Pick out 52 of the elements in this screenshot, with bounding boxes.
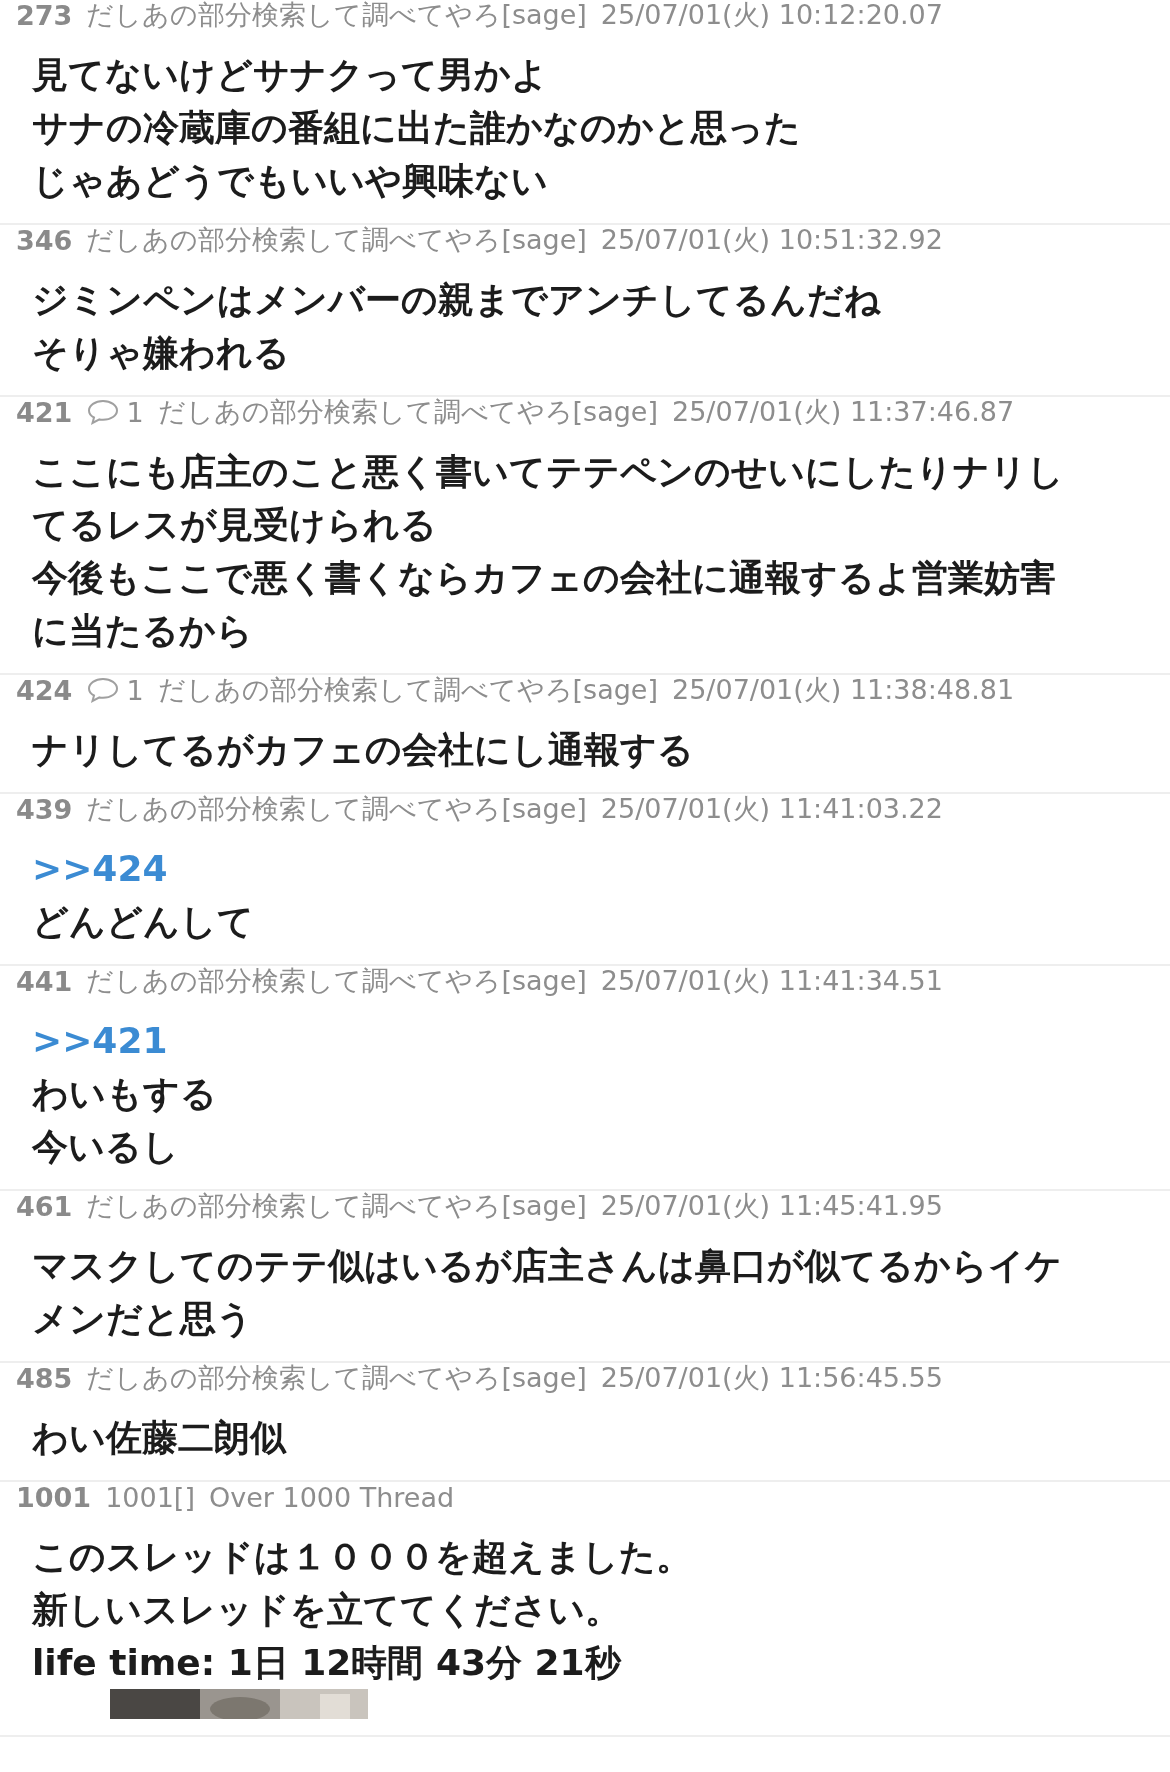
- post-text: サナの冷蔵庫の番組に出た誰かなのかと思った: [32, 106, 801, 150]
- reply-link[interactable]: >>421: [32, 1014, 168, 1067]
- post-text: 今いるし: [32, 1125, 179, 1169]
- post-text: てるレスが見受けられる: [32, 503, 437, 547]
- post-text: life time: 1日 12時間 43分 21秒: [32, 1641, 621, 1685]
- post-date: 25/07/01(火) 11:41:03.22: [600, 792, 943, 826]
- post-text: このスレッドは１０００を超えました。: [32, 1535, 692, 1579]
- post-text: どんどんして: [32, 900, 254, 944]
- post-number[interactable]: 421: [16, 396, 73, 428]
- poster-name: だしあの部分検索して調べてやろ[sage]: [157, 673, 658, 707]
- post-text: 見てないけどサナクって男かよ: [32, 53, 548, 97]
- post-number[interactable]: 439: [16, 793, 73, 825]
- post-number[interactable]: 424: [16, 674, 73, 706]
- reply-link[interactable]: >>424: [32, 842, 168, 895]
- post-text: じゃあどうでもいいや興味ない: [32, 159, 548, 203]
- post-number[interactable]: 1001: [16, 1481, 92, 1513]
- speech-bubble-icon[interactable]: [86, 676, 121, 704]
- post-text: ジミンペンはメンバーの親までアンチしてるんだね: [32, 278, 881, 322]
- speech-bubble-icon[interactable]: [86, 398, 121, 426]
- post-date: 25/07/01(火) 11:56:45.55: [600, 1361, 943, 1395]
- poster-name: だしあの部分検索して調べてやろ[sage]: [86, 0, 587, 32]
- post-date: 25/07/01(火) 10:51:32.92: [600, 223, 943, 257]
- post-number[interactable]: 485: [16, 1362, 73, 1394]
- poster-name: だしあの部分検索して調べてやろ[sage]: [86, 223, 587, 257]
- post-date: 25/07/01(火) 11:41:34.51: [600, 964, 943, 998]
- post-number[interactable]: 441: [16, 965, 73, 997]
- reply-count[interactable]: 1: [126, 674, 144, 706]
- post-text: ここにも店主のこと悪く書いてテテペンのせいにしたりナリし: [32, 450, 1064, 494]
- poster-name: 1001[]: [105, 1481, 195, 1513]
- poster-name: だしあの部分検索して調べてやろ[sage]: [86, 1361, 587, 1395]
- post-text: に当たるから: [32, 609, 253, 653]
- post-date: 25/07/01(火) 11:45:41.95: [600, 1189, 943, 1223]
- poster-name: だしあの部分検索して調べてやろ[sage]: [157, 395, 658, 429]
- post-text: ナリしてるがカフェの会社にし通報する: [32, 728, 694, 772]
- post-text: マスクしてのテテ似はいるが店主さんは鼻口が似てるからイケ: [32, 1244, 1062, 1288]
- post-date: 25/07/01(火) 10:12:20.07: [600, 0, 943, 32]
- post-text: 新しいスレッドを立ててください。: [32, 1588, 621, 1632]
- poster-name: だしあの部分検索して調べてやろ[sage]: [86, 964, 587, 998]
- post-text: 今後もここで悪く書くならカフェの会社に通報するよ営業妨害: [32, 556, 1056, 600]
- post-number[interactable]: 461: [16, 1190, 73, 1222]
- poster-name: だしあの部分検索して調べてやろ[sage]: [86, 1189, 587, 1223]
- post-date: 25/07/01(火) 11:37:46.87: [672, 395, 1015, 429]
- poster-name: だしあの部分検索して調べてやろ[sage]: [86, 792, 587, 826]
- post-text: わい佐藤二朗似: [32, 1416, 286, 1460]
- reply-count[interactable]: 1: [126, 396, 144, 428]
- post-date: 25/07/01(火) 11:38:48.81: [672, 673, 1015, 707]
- post-date: Over 1000 Thread: [208, 1481, 455, 1513]
- post-text: わいもする: [32, 1072, 217, 1116]
- post-number[interactable]: 346: [16, 224, 73, 256]
- post-text: メンだと思う: [32, 1297, 253, 1341]
- post-number[interactable]: 273: [16, 0, 73, 31]
- post-text: そりゃ嫌われる: [32, 331, 290, 375]
